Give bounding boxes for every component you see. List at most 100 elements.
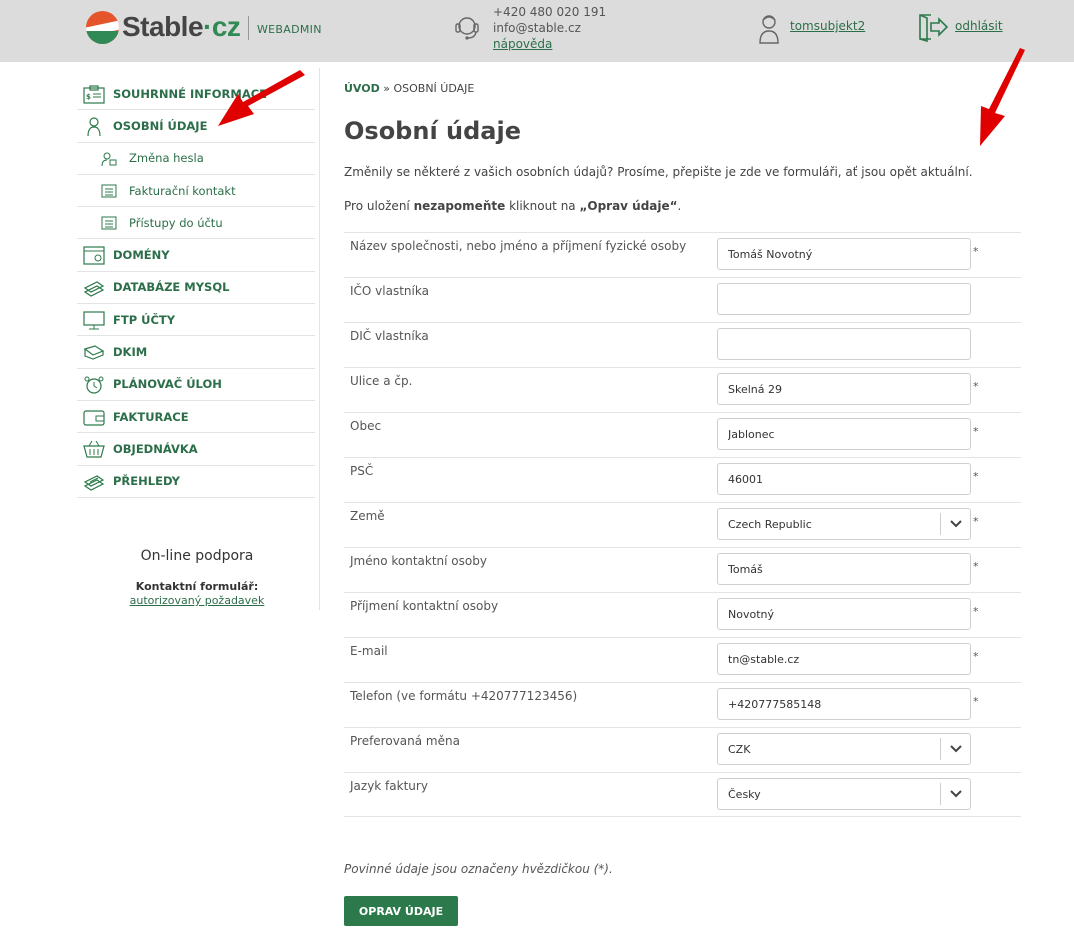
form-row: Název společnosti, nebo jméno a příjmení… [344, 232, 1021, 277]
text-input[interactable] [728, 652, 960, 666]
field-label: E-mail [350, 644, 388, 658]
ico-vlastnika-input[interactable] [717, 283, 971, 315]
sidebar-item-dkim[interactable]: DKIM [77, 336, 315, 369]
zeme-select[interactable]: Czech Republic [717, 508, 971, 540]
sidebar-item-order[interactable]: OBJEDNÁVKA [77, 433, 315, 466]
sidebar-item-label: DATABÁZE MYSQL [113, 280, 230, 295]
help-link[interactable]: nápověda [493, 36, 606, 52]
sidebar-item-ftp[interactable]: FTP ÚČTY [77, 304, 315, 337]
username-link[interactable]: tomsubjekt2 [790, 19, 865, 33]
instruction-text: kliknout na [505, 199, 580, 213]
basket-icon [83, 441, 105, 458]
nazev-spolecnosti-nebo-input[interactable] [717, 238, 971, 270]
form-row: Preferovaná měna CZK [344, 727, 1021, 772]
text-input[interactable] [728, 562, 960, 576]
field-label: Země [350, 509, 385, 523]
breadcrumb-separator: » [383, 82, 390, 95]
support-phone: +420 480 020 191 [493, 5, 607, 19]
chevron-down-icon[interactable] [940, 513, 970, 535]
required-asterisk: * [973, 470, 979, 483]
contact-form-label: Kontaktní formulář: [135, 580, 259, 593]
sidebar-item-reports[interactable]: PŘEHLEDY [77, 466, 315, 498]
sidebar-item-label: OBJEDNÁVKA [113, 441, 198, 456]
wallet-icon [83, 410, 105, 426]
instruction-button-name: „Oprav údaje“ [579, 199, 678, 213]
logout-link[interactable]: odhlásit [955, 19, 1003, 33]
sidebar-item-label: DOMÉNY [113, 248, 170, 263]
sidebar-subitem-label: Fakturační kontakt [129, 183, 236, 198]
support-contacts: +420 480 020 191 info@stable.cz nápověda [493, 4, 606, 52]
required-asterisk: * [973, 695, 979, 708]
prijmeni-kontaktni-osoby-input[interactable] [717, 598, 971, 630]
annotation-arrow-right [980, 48, 1025, 146]
product-name: WEBADMIN [257, 23, 322, 36]
preferovana-mena-select[interactable]: CZK [717, 733, 971, 765]
chevron-down-icon[interactable] [940, 783, 970, 805]
contact-form-info: Kontaktní formulář: autorizovaný požadav… [100, 580, 294, 608]
annotation-arrow-left [218, 70, 305, 126]
required-fields-note: Povinné údaje jsou označeny hvězdičkou (… [344, 862, 613, 876]
field-label: IČO vlastníka [350, 284, 429, 298]
logo-divider [248, 16, 249, 40]
field-label: Telefon (ve formátu +420777123456) [350, 689, 578, 703]
form-row: Obec * [344, 412, 1021, 457]
form-row: PSČ * [344, 457, 1021, 502]
user-icon [759, 15, 779, 44]
logo-text: Stable [122, 11, 204, 42]
reports-stack-icon [83, 474, 105, 491]
text-input[interactable] [728, 382, 960, 396]
sidebar-item-domains[interactable]: DOMÉNY [77, 239, 315, 272]
top-bar: Stable·cz WEBADMIN +420 480 020 191 info… [0, 0, 1074, 62]
sidebar-subitem-billing-contact[interactable]: Fakturační kontakt [77, 175, 315, 208]
authorized-request-link[interactable]: autorizovaný požadavek [130, 594, 265, 607]
sidebar-subitem-account-access[interactable]: Přístupy do účtu [77, 207, 315, 240]
form-row: E-mail * [344, 637, 1021, 682]
required-asterisk: * [973, 425, 979, 438]
sidebar-nav: $ SOUHRNNÉ INFORMACE OSOBNÍ ÚDAJE Změna … [77, 78, 315, 498]
ftp-monitor-icon [83, 311, 105, 330]
dic-vlastnika-input[interactable] [717, 328, 971, 360]
obec-input[interactable] [717, 418, 971, 450]
logout-icon[interactable] [917, 12, 949, 42]
text-input[interactable] [728, 337, 960, 351]
page-title: Osobní údaje [344, 117, 521, 145]
sidebar-item-mysql[interactable]: DATABÁZE MYSQL [77, 272, 315, 305]
form-row: Jazyk faktury Česky [344, 772, 1021, 817]
text-input[interactable] [728, 472, 960, 486]
form-row: Jméno kontaktní osoby * [344, 547, 1021, 592]
logo-suffix: ·cz [203, 11, 241, 42]
e-mail-input[interactable] [717, 643, 971, 675]
required-asterisk: * [973, 650, 979, 663]
telefon-ve-formatu-input[interactable] [717, 688, 971, 720]
field-label: PSČ [350, 464, 374, 478]
sidebar-item-billing[interactable]: FAKTURACE [77, 401, 315, 434]
text-input[interactable] [728, 292, 960, 306]
required-asterisk: * [973, 380, 979, 393]
breadcrumb-home[interactable]: ÚVOD [344, 82, 380, 95]
support-email[interactable]: info@stable.cz [493, 20, 606, 36]
field-label: Ulice a čp. [350, 374, 413, 388]
sidebar-item-task-scheduler[interactable]: PLÁNOVAČ ÚLOH [77, 369, 315, 401]
jazyk-faktury-select[interactable]: Česky [717, 778, 971, 810]
chevron-down-icon[interactable] [940, 738, 970, 760]
text-input[interactable] [728, 427, 960, 441]
headset-icon [455, 17, 479, 40]
logo-mark-icon [86, 10, 119, 44]
sidebar-item-label: PŘEHLEDY [113, 474, 180, 489]
text-input[interactable] [728, 697, 960, 711]
required-asterisk: * [973, 605, 979, 618]
field-label: Jméno kontaktní osoby [350, 554, 487, 568]
submit-button[interactable]: OPRAV ÚDAJE [344, 896, 458, 926]
summary-card-icon: $ [83, 85, 105, 104]
form-row: Telefon (ve formátu +420777123456) * [344, 682, 1021, 727]
form-row: DIČ vlastníka [344, 322, 1021, 367]
ulice-a-cp-input[interactable] [717, 373, 971, 405]
intro-text: Změnily se některé z vašich osobních úda… [344, 165, 973, 179]
envelope-key-icon [83, 345, 105, 361]
jmeno-kontaktni-osoby-input[interactable] [717, 553, 971, 585]
text-input[interactable] [728, 247, 960, 261]
stable-logo[interactable]: Stable·cz [86, 10, 241, 44]
sidebar-subitem-password-change[interactable]: Změna hesla [77, 143, 315, 175]
text-input[interactable] [728, 607, 960, 621]
psc-input[interactable] [717, 463, 971, 495]
